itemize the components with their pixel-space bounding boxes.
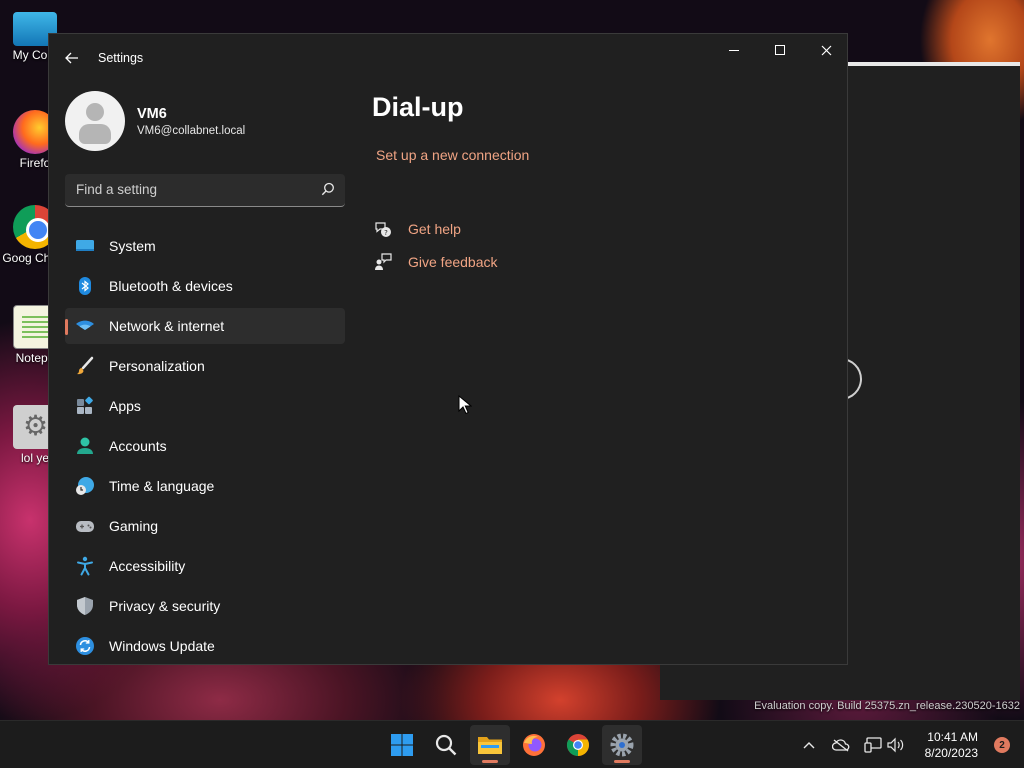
avatar-body	[79, 124, 111, 144]
sidebar-nav: System Bluetooth & devices Network & int…	[65, 228, 345, 664]
title-bar[interactable]: Settings	[49, 34, 847, 80]
sidebar-item-gaming[interactable]: Gaming	[65, 508, 345, 544]
help-chat-icon: ?	[375, 222, 391, 237]
file-explorer-icon	[478, 737, 502, 754]
sidebar-item-accounts[interactable]: Accounts	[65, 428, 345, 464]
maximize-button[interactable]	[757, 34, 803, 66]
sidebar-item-label: Windows Update	[109, 638, 215, 654]
sidebar-item-personalization[interactable]: Personalization	[65, 348, 345, 384]
give-feedback-row[interactable]: Give feedback	[374, 252, 498, 272]
start-button[interactable]	[382, 725, 422, 765]
globe-clock-icon	[76, 477, 94, 495]
network-icon	[864, 737, 882, 753]
settings-icon	[610, 733, 634, 757]
feedback-icon	[375, 253, 392, 270]
firefox-button[interactable]	[514, 725, 554, 765]
sidebar-item-label: Apps	[109, 398, 141, 414]
firefox-icon	[523, 734, 545, 756]
taskbar-search-button[interactable]	[426, 725, 466, 765]
sidebar-item-time-language[interactable]: Time & language	[65, 468, 345, 504]
sidebar-item-label: Personalization	[109, 358, 205, 374]
accessibility-icon	[77, 556, 93, 576]
give-feedback-link[interactable]: Give feedback	[408, 254, 498, 270]
profile-name: VM6	[137, 106, 167, 122]
sidebar-item-label: Accessibility	[109, 558, 186, 574]
sidebar-item-label: Gaming	[109, 518, 159, 534]
setup-connection-link[interactable]: Set up a new connection	[376, 147, 529, 163]
minimize-button[interactable]	[711, 34, 757, 66]
back-arrow-icon	[65, 52, 78, 64]
close-button[interactable]	[803, 34, 847, 66]
close-icon	[821, 45, 831, 55]
sidebar-item-system[interactable]: System	[65, 228, 345, 264]
chevron-up-icon	[803, 742, 815, 749]
settings-window: Settings VM6 VM6@collabnet.local Find a …	[48, 33, 848, 665]
profile-email: VM6@collabnet.local	[137, 125, 246, 137]
clock-time: 10:41 AM	[927, 730, 978, 744]
search-input[interactable]	[65, 174, 305, 205]
shield-icon	[77, 597, 93, 615]
maximize-icon	[775, 45, 785, 55]
start-icon	[391, 734, 413, 756]
sidebar-item-bluetooth[interactable]: Bluetooth & devices	[65, 268, 345, 304]
search-icon	[435, 734, 457, 756]
search-icon[interactable]	[321, 182, 335, 196]
speaker-icon	[887, 737, 904, 753]
notification-badge[interactable]: 2	[994, 737, 1010, 753]
show-hidden-icons-button[interactable]	[799, 735, 819, 755]
sidebar-item-apps[interactable]: Apps	[65, 388, 345, 424]
sidebar-item-label: Bluetooth & devices	[109, 278, 233, 294]
volume-tray-button[interactable]	[886, 735, 906, 755]
gamepad-icon	[76, 521, 94, 532]
network-tray-button[interactable]	[863, 735, 883, 755]
update-icon	[76, 637, 94, 655]
sidebar-item-windows-update[interactable]: Windows Update	[65, 628, 345, 664]
chrome-icon	[567, 734, 589, 756]
minimize-icon	[729, 49, 739, 51]
mouse-pointer-icon	[458, 395, 472, 415]
page-title: Dial-up	[372, 92, 464, 122]
onedrive-offline-icon	[832, 739, 850, 752]
paintbrush-icon	[77, 356, 94, 375]
sidebar-item-label: Accounts	[109, 438, 167, 454]
search-box	[65, 174, 345, 207]
app-title: Settings	[98, 51, 144, 65]
chrome-button[interactable]	[558, 725, 598, 765]
sidebar-item-label: Time & language	[109, 478, 215, 494]
monitor-icon	[76, 240, 94, 251]
sidebar-item-label: System	[109, 238, 156, 254]
svg-text:?: ?	[384, 229, 388, 237]
taskbar-clock[interactable]: 10:41 AM 8/20/2023	[925, 729, 978, 761]
evaluation-watermark: Evaluation copy. Build 25375.zn_release.…	[754, 700, 1020, 712]
clock-date: 8/20/2023	[924, 746, 978, 760]
onedrive-tray-button[interactable]	[831, 735, 851, 755]
sidebar-item-privacy[interactable]: Privacy & security	[65, 588, 345, 624]
get-help-row[interactable]: ? Get help	[374, 219, 461, 239]
get-help-link[interactable]: Get help	[408, 221, 461, 237]
sidebar-item-label: Privacy & security	[109, 598, 221, 614]
avatar[interactable]	[65, 91, 125, 151]
avatar-head	[86, 103, 104, 121]
taskbar: 10:41 AM 8/20/2023 2	[0, 720, 1024, 768]
sidebar-item-accessibility[interactable]: Accessibility	[65, 548, 345, 584]
settings-taskbar-button[interactable]	[602, 725, 642, 765]
running-indicator	[482, 760, 498, 763]
bluetooth-icon	[79, 277, 91, 295]
file-explorer-button[interactable]	[470, 725, 510, 765]
wifi-icon	[76, 320, 94, 330]
person-icon	[77, 437, 93, 454]
sidebar-item-label: Network & internet	[109, 318, 225, 334]
back-button[interactable]	[59, 46, 85, 70]
sidebar-item-network[interactable]: Network & internet	[65, 308, 345, 344]
apps-icon	[77, 396, 93, 414]
running-indicator	[614, 760, 630, 763]
